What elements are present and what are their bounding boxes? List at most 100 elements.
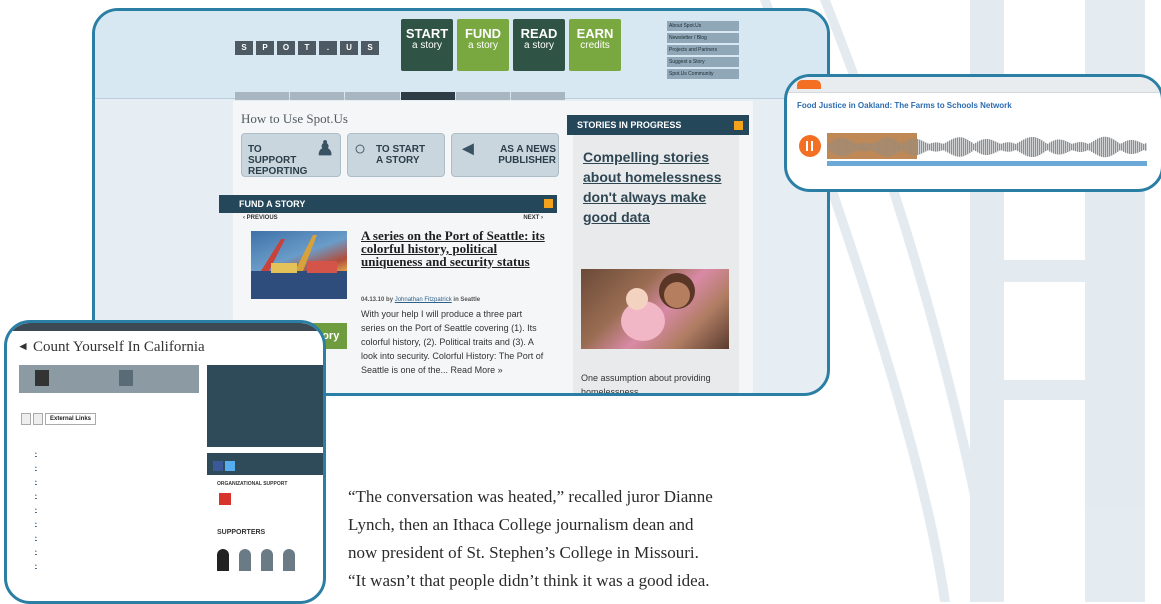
external-links-list: • • • • • • • • •: [35, 447, 195, 573]
supporters-list: [217, 549, 317, 589]
nav-label: EARN: [576, 26, 614, 41]
story-in-progress-photo[interactable]: [581, 269, 729, 349]
logo-letter: .: [319, 41, 337, 55]
supporter-avatar[interactable]: [217, 549, 229, 571]
external-link[interactable]: •: [35, 545, 195, 559]
tab-comments[interactable]: [33, 413, 43, 425]
pause-icon[interactable]: [799, 135, 821, 157]
organization-logo[interactable]: [219, 493, 231, 505]
megaphone-icon: ◄: [17, 339, 29, 353]
external-link[interactable]: •: [35, 447, 195, 461]
rss-icon[interactable]: [544, 199, 553, 208]
quote-line: now president of St. Stephen’s College i…: [348, 543, 699, 562]
soundcloud-top-bar: [787, 77, 1161, 93]
quote-line: “It wasn’t that people didn’t think it w…: [348, 571, 710, 590]
california-screenshot-panel: ◄ Count Yourself In California External …: [4, 320, 326, 604]
content-tabs: External Links: [21, 413, 97, 425]
button-label: TO SUPPORT REPORTING: [248, 144, 308, 177]
external-link[interactable]: •: [35, 489, 195, 503]
author-box: [19, 365, 199, 393]
subnav-tab[interactable]: [455, 92, 510, 100]
story-in-progress-title-link[interactable]: Compelling stories about homelessness do…: [583, 147, 739, 227]
avatar[interactable]: [35, 370, 49, 386]
lightbulb-icon: ○: [354, 138, 367, 160]
story-author-link[interactable]: Johnathan Fitzpatrick: [395, 297, 452, 303]
news-publisher-button[interactable]: AS A NEWS PUBLISHER ◄: [451, 133, 559, 177]
previous-link[interactable]: ‹ PREVIOUS: [243, 215, 278, 221]
top-link-community[interactable]: Spot.Us Community: [667, 69, 739, 79]
story-place: in Seattle: [453, 297, 481, 303]
nav-sublabel: a story: [467, 40, 498, 51]
nav-sublabel: a story: [523, 40, 554, 51]
supporter-avatar[interactable]: [239, 549, 251, 571]
external-link[interactable]: •: [35, 531, 195, 545]
logo-letter: U: [340, 41, 358, 55]
subnav-tab[interactable]: [510, 92, 566, 100]
share-box: [207, 453, 323, 475]
story-excerpt: With your help I will produce a three pa…: [361, 309, 544, 375]
top-link-suggest[interactable]: Suggest a Story: [667, 57, 739, 67]
rss-icon[interactable]: [734, 121, 743, 130]
tab-story[interactable]: [21, 413, 31, 425]
twitter-icon[interactable]: [225, 461, 235, 471]
stories-in-progress-header: STORIES IN PROGRESS: [567, 115, 749, 135]
button-label: AS A NEWS PUBLISHER: [498, 144, 556, 166]
port-illustration: [251, 235, 347, 299]
story-thumbnail[interactable]: [251, 231, 347, 299]
top-link-about[interactable]: About Spot.Us: [667, 21, 739, 31]
nav-fund-story[interactable]: FUND a story: [457, 19, 509, 71]
top-link-newsletter[interactable]: Newsletter / Blog: [667, 33, 739, 43]
soundcloud-logo-icon[interactable]: [797, 80, 821, 89]
start-story-button[interactable]: TO START A STORY ○: [347, 133, 445, 177]
external-link[interactable]: •: [35, 475, 195, 489]
nav-earn-credits[interactable]: EARN credits: [569, 19, 621, 71]
button-label: TO START A STORY: [376, 144, 426, 166]
track-title-link[interactable]: Food Justice in Oakland: The Farms to Sc…: [797, 101, 1012, 110]
stories-in-progress-column: Compelling stories about homelessness do…: [573, 135, 739, 396]
external-link[interactable]: •: [35, 559, 195, 573]
support-reporting-button[interactable]: TO SUPPORT REPORTING ♟: [241, 133, 341, 177]
supporter-avatar[interactable]: [261, 549, 273, 571]
site-top-bar: [7, 323, 323, 331]
external-link[interactable]: •: [35, 517, 195, 531]
external-link[interactable]: •: [35, 461, 195, 475]
external-link[interactable]: •: [35, 503, 195, 517]
subnav-tab-active[interactable]: [400, 92, 455, 100]
logo-letter: T: [298, 41, 316, 55]
avatar[interactable]: [119, 370, 133, 386]
story-date: 04.13.10 by: [361, 297, 394, 303]
facebook-icon[interactable]: [213, 461, 223, 471]
tab-external-links[interactable]: External Links: [45, 413, 97, 425]
story-history-box: [207, 365, 323, 447]
people-icon: ♟: [316, 138, 334, 160]
story-title-link[interactable]: A series on the Port of Seattle: its col…: [361, 229, 549, 268]
section-title: FUND A STORY: [239, 199, 306, 209]
nav-start-story[interactable]: START a story: [401, 19, 453, 71]
next-link[interactable]: NEXT ›: [523, 215, 543, 221]
subnav-tab[interactable]: [235, 92, 290, 100]
top-links: About Spot.Us Newsletter / Blog Projects…: [667, 21, 739, 81]
section-title: STORIES IN PROGRESS: [577, 120, 682, 130]
logo-letter: O: [277, 41, 295, 55]
logo-letter: P: [256, 41, 274, 55]
top-link-projects[interactable]: Projects and Partners: [667, 45, 739, 55]
nav-sublabel: credits: [580, 40, 610, 51]
nav-label: READ: [520, 26, 558, 41]
audio-waveform[interactable]: [827, 133, 1147, 167]
story-in-progress-excerpt: One assumption about providing homelessn…: [581, 373, 711, 396]
page-title: Count Yourself In California: [33, 339, 205, 355]
nav-sublabel: a story: [411, 40, 442, 51]
quote-line: “The conversation was heated,” recalled …: [348, 487, 713, 506]
quote-line: Lynch, then an Ithaca College journalism…: [348, 515, 694, 534]
supporter-avatar[interactable]: [283, 549, 295, 571]
child-with-doll-photo: [621, 273, 695, 341]
how-to-title: How to Use Spot.Us: [241, 111, 348, 126]
subnav-tab[interactable]: [345, 92, 400, 100]
spotus-logo[interactable]: S P O T . U S: [235, 41, 379, 55]
sub-navigation: [235, 92, 566, 100]
logo-letter: S: [235, 41, 253, 55]
story-meta: 04.13.10 by Johnathan Fitzpatrick in Sea…: [361, 297, 549, 303]
subnav-tab[interactable]: [290, 92, 345, 100]
nav-label: START: [405, 26, 449, 41]
nav-read-story[interactable]: READ a story: [513, 19, 565, 71]
